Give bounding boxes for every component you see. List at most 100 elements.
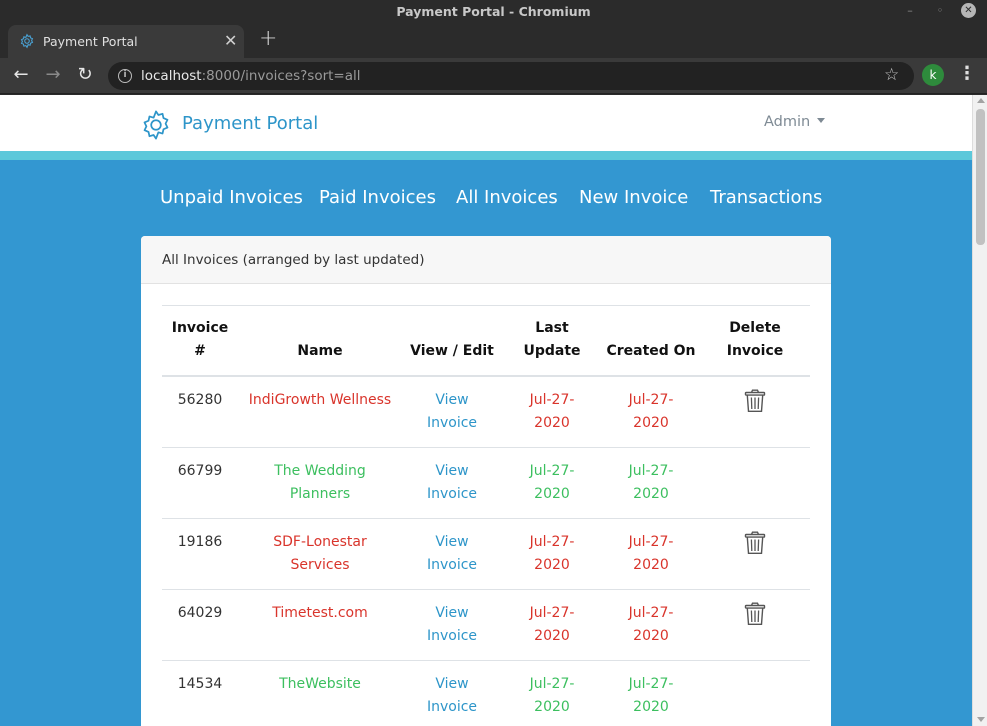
col-last-l2: Update <box>523 343 581 359</box>
delete-cell <box>700 660 810 726</box>
table-row: 66799 The Wedding Planners View Invoice J… <box>162 447 810 519</box>
updated-l1: Jul-27- <box>529 534 575 550</box>
page-scrollbar[interactable] <box>972 95 987 726</box>
view-l2: Invoice <box>426 557 478 573</box>
created-on: Jul-27- 2020 <box>602 376 700 448</box>
gear-logo-icon[interactable] <box>140 109 172 141</box>
forward-button[interactable]: → <box>42 64 64 86</box>
maximize-button[interactable]: ◦ <box>932 3 948 19</box>
trash-icon[interactable] <box>744 531 766 555</box>
col-last-update[interactable]: Last Update <box>502 305 602 377</box>
delete-cell <box>700 447 810 519</box>
view-invoice-link[interactable]: View Invoice <box>427 676 477 715</box>
window-titlebar: Payment Portal - Chromium – ◦ ✕ <box>0 0 987 22</box>
brand-name[interactable]: Payment Portal <box>182 113 318 134</box>
card-header: All Invoices (arranged by last updated) <box>141 236 831 284</box>
client-name: IndiGrowth Wellness <box>238 376 402 448</box>
nav-unpaid-invoices[interactable]: Unpaid Invoices <box>160 187 303 208</box>
table-row: 19186 SDF-Lonestar Services View Invoice … <box>162 518 810 590</box>
col-invoice-number[interactable]: Invoice # <box>162 305 238 377</box>
url-text[interactable]: localhost:8000/invoices?sort=all <box>141 68 361 84</box>
col-delete-l1: Delete <box>729 320 781 336</box>
col-last-l1: Last <box>535 320 569 336</box>
created-on: Jul-27- 2020 <box>602 589 700 661</box>
col-delete-l2: Invoice <box>726 343 784 359</box>
col-invoice-l1: Invoice <box>171 320 229 336</box>
browser-tab[interactable]: Payment Portal ✕ <box>8 25 244 58</box>
trash-icon[interactable] <box>744 389 766 413</box>
view-invoice-link[interactable]: View Invoice <box>427 463 477 502</box>
view-invoice-link[interactable]: View Invoice <box>427 392 477 431</box>
reload-button[interactable]: ↻ <box>74 64 96 86</box>
view-invoice-link[interactable]: View Invoice <box>427 605 477 644</box>
invoice-number: 14534 <box>162 660 238 726</box>
updated-l1: Jul-27- <box>529 463 575 479</box>
table-header-row: Invoice # Name View / Edit Last Update Cre… <box>162 305 810 377</box>
created-l2: 2020 <box>633 486 669 502</box>
view-l1: View <box>435 676 469 692</box>
last-update: Jul-27- 2020 <box>502 660 602 726</box>
updated-l2: 2020 <box>534 415 570 431</box>
view-invoice-cell: View Invoice <box>402 518 502 590</box>
nav-paid-invoices[interactable]: Paid Invoices <box>319 187 436 208</box>
created-l1: Jul-27- <box>628 676 674 692</box>
url-path: :8000/invoices?sort=all <box>201 68 361 84</box>
created-l1: Jul-27- <box>628 605 674 621</box>
updated-l2: 2020 <box>534 557 570 573</box>
invoices-table: Invoice # Name View / Edit Last Update Cre… <box>162 305 810 726</box>
nav-all-invoices[interactable]: All Invoices <box>456 187 558 208</box>
address-bar[interactable]: i localhost:8000/invoices?sort=all ☆ <box>108 62 914 90</box>
delete-cell <box>700 376 810 448</box>
table-row: 14534 TheWebsite View Invoice Jul-27- 2020… <box>162 660 810 726</box>
view-invoice-link[interactable]: View Invoice <box>427 534 477 573</box>
bookmark-star-icon[interactable]: ☆ <box>884 65 899 85</box>
nav-transactions[interactable]: Transactions <box>710 187 822 208</box>
window-title: Payment Portal - Chromium <box>396 4 591 19</box>
table-row: 64029 Timetest.com View Invoice Jul-27- 20… <box>162 589 810 661</box>
created-l2: 2020 <box>633 415 669 431</box>
page-viewport: Payment Portal Admin Unpaid Invoices Pai… <box>0 95 987 726</box>
col-name[interactable]: Name <box>238 305 402 377</box>
caret-down-icon <box>817 118 826 123</box>
trash-icon[interactable] <box>744 602 766 626</box>
created-on: Jul-27- 2020 <box>602 660 700 726</box>
tab-close-icon[interactable]: ✕ <box>224 31 237 50</box>
updated-l1: Jul-27- <box>529 605 575 621</box>
last-update: Jul-27- 2020 <box>502 589 602 661</box>
scroll-up-icon[interactable] <box>977 98 985 103</box>
new-tab-button[interactable]: + <box>259 26 277 51</box>
tab-strip: Payment Portal ✕ + <box>0 22 987 58</box>
last-update: Jul-27- 2020 <box>502 376 602 448</box>
site-info-icon[interactable]: i <box>118 69 132 83</box>
updated-l1: Jul-27- <box>529 392 575 408</box>
col-delete-invoice[interactable]: Delete Invoice <box>700 305 810 377</box>
view-invoice-cell: View Invoice <box>402 447 502 519</box>
col-invoice-l2: # <box>194 343 206 359</box>
close-window-button[interactable]: ✕ <box>961 3 976 18</box>
site-header: Payment Portal Admin <box>0 95 972 151</box>
updated-l2: 2020 <box>534 628 570 644</box>
minimize-button[interactable]: – <box>902 3 918 19</box>
last-update: Jul-27- 2020 <box>502 518 602 590</box>
table-row: 56280 IndiGrowth Wellness View Invoice Ju… <box>162 376 810 448</box>
invoice-number: 66799 <box>162 447 238 519</box>
scrollbar-thumb[interactable] <box>976 109 985 245</box>
view-l2: Invoice <box>426 628 478 644</box>
url-host: localhost <box>141 68 202 84</box>
col-view-edit[interactable]: View / Edit <box>402 305 502 377</box>
browser-toolbar: ← → ↻ i localhost:8000/invoices?sort=all… <box>0 58 987 94</box>
nav-new-invoice[interactable]: New Invoice <box>579 187 688 208</box>
tab-title: Payment Portal <box>43 34 138 49</box>
client-name: TheWebsite <box>238 660 402 726</box>
created-l2: 2020 <box>633 557 669 573</box>
view-invoice-cell: View Invoice <box>402 376 502 448</box>
admin-dropdown[interactable]: Admin <box>764 114 826 130</box>
view-l2: Invoice <box>426 486 478 502</box>
invoices-card: All Invoices (arranged by last updated) … <box>141 236 831 726</box>
profile-avatar[interactable]: k <box>922 64 944 86</box>
back-button[interactable]: ← <box>10 64 32 86</box>
browser-menu-icon[interactable]: ⋮ <box>958 64 976 86</box>
col-created-on[interactable]: Created On <box>602 305 700 377</box>
scroll-down-icon[interactable] <box>977 717 985 722</box>
invoice-number: 64029 <box>162 589 238 661</box>
